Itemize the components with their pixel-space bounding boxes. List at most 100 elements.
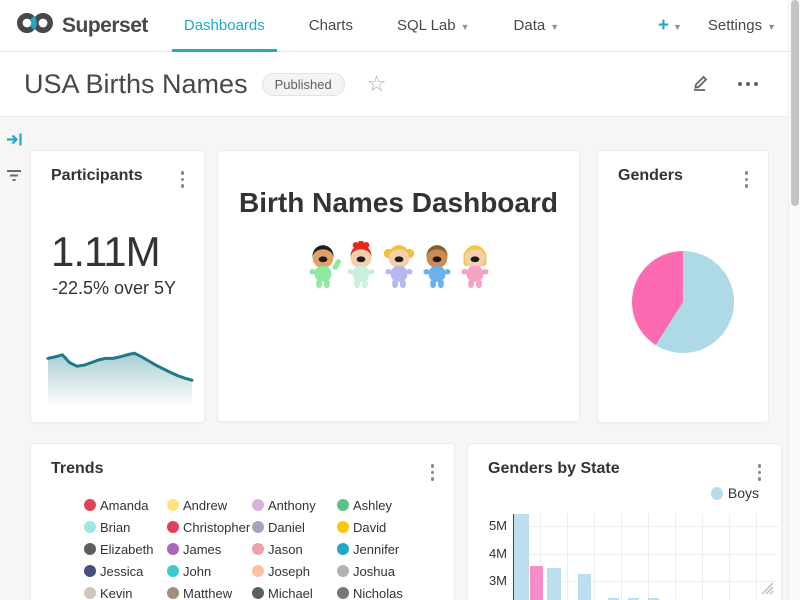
legend-label: Andrew [183,498,227,513]
kebab-menu-icon[interactable] [175,167,191,192]
participants-subheader: -22.5% over 5Y [31,276,204,299]
legend-item-kevin[interactable]: Kevin [84,586,167,600]
trends-card: Trends Amanda Andrew Anthony Ashley Brian Chr… [30,443,455,600]
legend-dot [252,565,264,577]
navbar: Superset Dashboards Charts SQL Lab ▼ Dat… [0,0,800,52]
legend-item-daniel[interactable]: Daniel [252,520,337,535]
legend-dot [84,565,96,577]
legend-dot [167,499,179,511]
legend-item-christopher[interactable]: Christopher [167,520,252,535]
vertical-scrollbar[interactable] [788,0,800,600]
genders-card: Genders [597,150,769,423]
legend-label: Daniel [268,520,305,535]
legend-item-andrew[interactable]: Andrew [167,498,252,513]
navbar-right: + ▼ Settings ▼ [658,16,800,35]
legend-item-jennifer[interactable]: Jennifer [337,542,422,557]
gridline [513,526,778,527]
legend-label: Amanda [100,498,148,513]
nav-sql-lab-label: SQL Lab [397,17,456,34]
y-axis-tick: 4M [477,546,507,561]
favorite-star-icon[interactable]: ☆ [367,73,387,95]
bar-girls-1[interactable] [530,566,543,600]
legend-label: Ashley [353,498,392,513]
nav-charts[interactable]: Charts [287,0,375,52]
more-actions-icon[interactable] [734,78,762,90]
trends-card-title: Trends [51,460,103,478]
published-badge[interactable]: Published [262,73,345,96]
legend-label: Elizabeth [100,542,153,557]
nav-charts-label: Charts [309,17,353,34]
legend-dot [167,565,179,577]
legend-label: Christopher [183,520,250,535]
legend-label: Joshua [353,564,395,579]
kid-figure-4 [419,241,455,294]
legend-label: Jessica [100,564,143,579]
legend-item-james[interactable]: James [167,542,252,557]
scrollbar-thumb[interactable] [791,0,799,206]
y-axis-tick: 3M [477,573,507,588]
legend-label: Joseph [268,564,310,579]
kebab-menu-icon[interactable] [739,167,755,192]
filter-icon[interactable] [0,161,28,189]
legend-dot [84,521,96,533]
genders-card-title: Genders [618,167,683,185]
resize-handle-icon[interactable] [756,577,774,600]
legend-item-jessica[interactable]: Jessica [84,564,167,579]
legend-dot [167,543,179,555]
infinity-logo-icon [16,10,54,41]
legend-item-nicholas[interactable]: Nicholas [337,586,422,600]
legend-item-amanda[interactable]: Amanda [84,498,167,513]
gridline [513,554,778,555]
new-item-button[interactable]: + ▼ [658,16,682,35]
kids-illustration [218,241,579,294]
legend-item-anthony[interactable]: Anthony [252,498,337,513]
legend-dot [252,521,264,533]
legend-item-joseph[interactable]: Joseph [252,564,337,579]
nav-dashboards[interactable]: Dashboards [162,0,287,52]
legend-item-joshua[interactable]: Joshua [337,564,422,579]
trends-legend: Amanda Andrew Anthony Ashley Brian Christophe… [84,498,454,600]
expand-filter-bar-icon[interactable] [0,125,28,153]
nav-sql-lab[interactable]: SQL Lab ▼ [375,0,492,52]
chevron-down-icon: ▼ [550,22,559,32]
legend-item-ashley[interactable]: Ashley [337,498,422,513]
legend-item-john[interactable]: John [167,564,252,579]
kid-figure-5 [457,241,493,294]
bar-boys-3[interactable] [578,574,591,600]
settings-menu[interactable]: Settings ▼ [708,17,776,34]
legend-label: Michael [268,586,313,600]
legend-label: Matthew [183,586,232,600]
legend-item-david[interactable]: David [337,520,422,535]
legend-label: Brian [100,520,130,535]
genders-by-state-card: Genders by State Boys 5M4M3M [467,443,782,600]
legend-item-michael[interactable]: Michael [252,586,337,600]
legend-label: Jason [268,542,303,557]
kid-figure-1 [305,241,341,294]
kid-figure-3 [381,241,417,294]
legend-item-jason[interactable]: Jason [252,542,337,557]
legend-item-matthew[interactable]: Matthew [167,586,252,600]
legend-dot [252,587,264,599]
kebab-menu-icon[interactable] [425,460,441,485]
bar-boys-2[interactable] [547,568,561,600]
settings-label: Settings [708,17,762,34]
nav-data-label: Data [514,17,546,34]
y-axis-tick: 5M [477,518,507,533]
superset-logo[interactable]: Superset [0,10,162,41]
legend-item-elizabeth[interactable]: Elizabeth [84,542,167,557]
legend-item-brian[interactable]: Brian [84,520,167,535]
legend-dot [337,543,349,555]
edit-pencil-icon[interactable] [690,71,712,98]
nav-dashboards-label: Dashboards [184,17,265,34]
genders-pie-chart[interactable] [632,251,734,353]
bar-boys-0[interactable] [514,514,529,600]
dashboard-title: USA Births Names [24,69,248,100]
chevron-down-icon: ▼ [767,22,776,32]
legend-label: Kevin [100,586,133,600]
markdown-header-card: Birth Names Dashboard [217,150,580,422]
legend-dot [337,565,349,577]
legend-dot [84,499,96,511]
legend-dot [252,543,264,555]
legend-dot [167,587,179,599]
nav-data[interactable]: Data ▼ [492,0,582,52]
